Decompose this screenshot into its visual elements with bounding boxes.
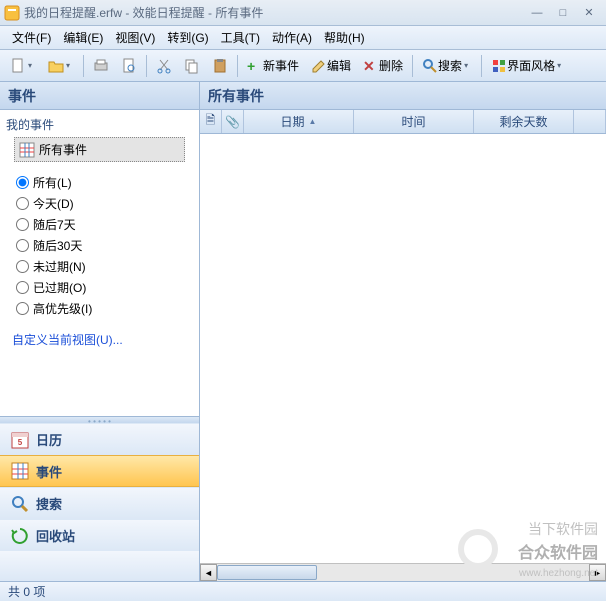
radio-today-input[interactable]: [16, 197, 29, 210]
separator: [481, 55, 482, 77]
separator: [412, 55, 413, 77]
radio-today[interactable]: 今天(D): [6, 193, 193, 214]
calendar-icon: 5: [10, 430, 30, 450]
sidebar-nav: • • • • • 5 日历 事件 搜索 回收站: [0, 416, 199, 581]
col-date[interactable]: 日期▲: [244, 110, 354, 133]
separator: [83, 55, 84, 77]
cut-button[interactable]: [151, 55, 177, 77]
titlebar: 我的日程提醒.erfw - 效能日程提醒 - 所有事件 — □ ✕: [0, 0, 606, 26]
app-icon: [4, 5, 20, 21]
copy-button[interactable]: [179, 55, 205, 77]
new-event-button[interactable]: +新事件: [242, 54, 304, 77]
col-days[interactable]: 剩余天数: [474, 110, 574, 133]
new-event-label: 新事件: [263, 57, 299, 74]
radio-highpriority[interactable]: 高优先级(I): [6, 298, 193, 319]
radio-expired-input[interactable]: [16, 281, 29, 294]
menu-view[interactable]: 视图(V): [109, 27, 161, 48]
nav-extra-space: [0, 551, 199, 581]
menu-edit[interactable]: 编辑(E): [57, 27, 109, 48]
toolbar: ▾ ▾ +新事件 编辑 ✕删除 搜索▾ 界面风格▾: [0, 50, 606, 82]
nav-events-label: 事件: [36, 462, 62, 481]
delete-label: 删除: [379, 57, 403, 74]
sidebar-header: 事件: [0, 82, 199, 110]
col-icon1[interactable]: 🗎: [200, 110, 222, 133]
status-text: 共 0 项: [8, 583, 45, 600]
radio-next7-input[interactable]: [16, 218, 29, 231]
radio-next7[interactable]: 随后7天: [6, 214, 193, 235]
tree-all-events[interactable]: 所有事件: [14, 137, 185, 162]
radio-next30[interactable]: 随后30天: [6, 235, 193, 256]
scroll-left-button[interactable]: ◄: [200, 564, 217, 581]
separator: [146, 55, 147, 77]
main-header: 所有事件: [200, 82, 606, 110]
radio-all-input[interactable]: [16, 176, 29, 189]
radio-notexpired-input[interactable]: [16, 260, 29, 273]
radio-expired[interactable]: 已过期(O): [6, 277, 193, 298]
sidebar: 事件 我的事件 所有事件 所有(L) 今天(D) 随后7天 随后30天 未过期(…: [0, 82, 200, 581]
grid-icon: [19, 142, 35, 158]
nav-search[interactable]: 搜索: [0, 487, 199, 519]
content-area: 事件 我的事件 所有事件 所有(L) 今天(D) 随后7天 随后30天 未过期(…: [0, 82, 606, 581]
edit-button[interactable]: 编辑: [306, 54, 356, 77]
menu-goto[interactable]: 转到(G): [161, 27, 214, 48]
col-extra[interactable]: [574, 110, 606, 133]
grid-body[interactable]: [200, 134, 606, 563]
scroll-track[interactable]: [217, 565, 589, 580]
open-button[interactable]: ▾: [43, 55, 79, 77]
paste-button[interactable]: [207, 55, 233, 77]
edit-label: 编辑: [327, 57, 351, 74]
horizontal-scrollbar[interactable]: ◄ ►: [200, 563, 606, 581]
print-preview-button[interactable]: [116, 55, 142, 77]
search-label: 搜索: [438, 57, 462, 74]
nav-calendar[interactable]: 5 日历: [0, 423, 199, 455]
sidebar-upper: 我的事件 所有事件 所有(L) 今天(D) 随后7天 随后30天 未过期(N) …: [0, 110, 199, 416]
nav-recycle[interactable]: 回收站: [0, 519, 199, 551]
window-title: 我的日程提醒.erfw - 效能日程提醒 - 所有事件: [24, 4, 524, 21]
scroll-thumb[interactable]: [217, 565, 317, 580]
scroll-right-button[interactable]: ►: [589, 564, 606, 581]
radio-highpriority-input[interactable]: [16, 302, 29, 315]
print-button[interactable]: [88, 55, 114, 77]
nav-events[interactable]: 事件: [0, 455, 199, 487]
menubar: 文件(F) 编辑(E) 视图(V) 转到(G) 工具(T) 动作(A) 帮助(H…: [0, 26, 606, 50]
statusbar: 共 0 项: [0, 581, 606, 601]
col-time[interactable]: 时间: [354, 110, 474, 133]
tree-all-events-label: 所有事件: [39, 141, 87, 158]
sort-asc-icon: ▲: [309, 117, 317, 126]
nav-calendar-label: 日历: [36, 430, 62, 449]
grid-header: 🗎 📎 日期▲ 时间 剩余天数: [200, 110, 606, 134]
minimize-button[interactable]: —: [524, 4, 550, 22]
recycle-icon: [10, 526, 30, 546]
menu-tools[interactable]: 工具(T): [215, 27, 266, 48]
skin-label: 界面风格: [507, 57, 555, 74]
close-button[interactable]: ✕: [576, 4, 602, 22]
nav-recycle-label: 回收站: [36, 526, 75, 545]
delete-button[interactable]: ✕删除: [358, 54, 408, 77]
main-panel: 所有事件 🗎 📎 日期▲ 时间 剩余天数 ◄ ►: [200, 82, 606, 581]
search-button[interactable]: 搜索▾: [417, 54, 477, 77]
search-icon: [10, 494, 30, 514]
separator: [237, 55, 238, 77]
radio-notexpired[interactable]: 未过期(N): [6, 256, 193, 277]
col-icon2[interactable]: 📎: [222, 110, 244, 133]
document-icon: 🗎: [206, 111, 216, 132]
nav-search-label: 搜索: [36, 494, 62, 513]
skin-button[interactable]: 界面风格▾: [486, 54, 570, 77]
menu-action[interactable]: 动作(A): [266, 27, 318, 48]
menu-file[interactable]: 文件(F): [6, 27, 57, 48]
new-file-button[interactable]: ▾: [5, 55, 41, 77]
radio-next30-input[interactable]: [16, 239, 29, 252]
my-events-label: 我的事件: [6, 114, 193, 135]
attachment-icon: 📎: [225, 115, 240, 129]
radio-all[interactable]: 所有(L): [6, 172, 193, 193]
events-icon: [10, 461, 30, 481]
maximize-button[interactable]: □: [550, 4, 576, 22]
menu-help[interactable]: 帮助(H): [318, 27, 371, 48]
custom-view-link[interactable]: 自定义当前视图(U)...: [6, 327, 193, 352]
svg-text:5: 5: [18, 438, 23, 447]
